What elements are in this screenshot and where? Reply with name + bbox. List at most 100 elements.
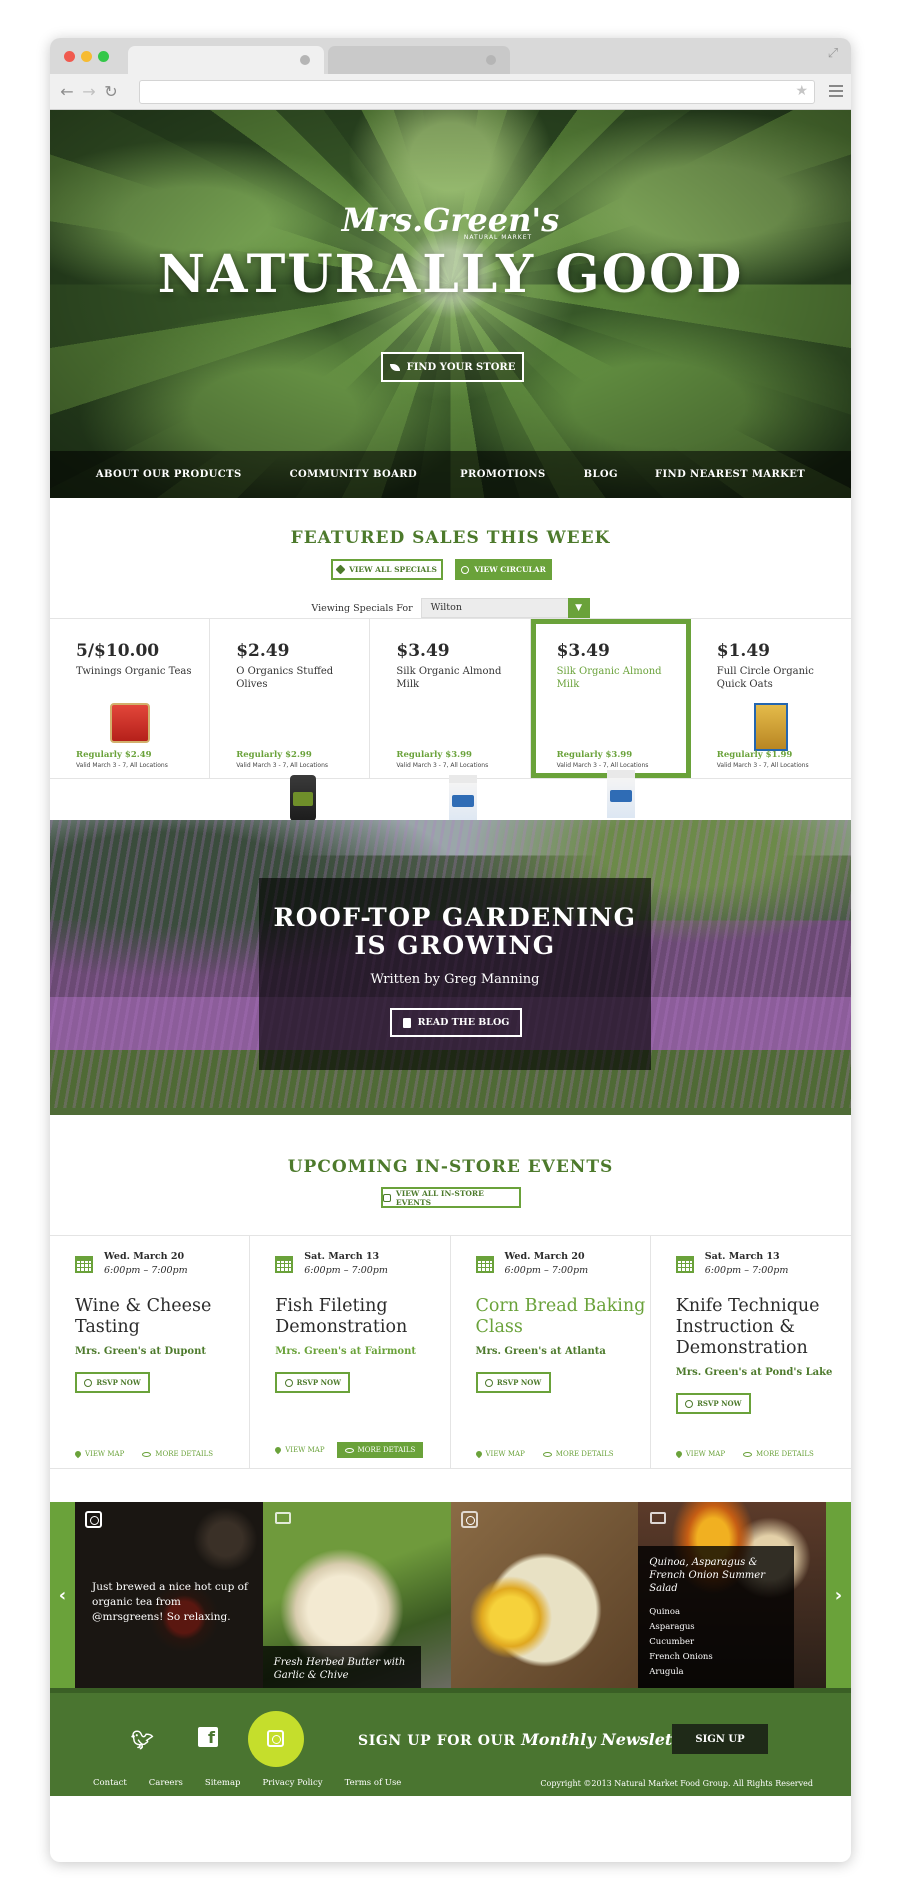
- carousel-prev-button[interactable]: ‹: [50, 1502, 75, 1688]
- regular-price: Regularly $1.99: [716, 750, 793, 760]
- event-links: VIEW MAP MORE DETAILS: [474, 1449, 614, 1459]
- product-name[interactable]: O Organics Stuffed Olives: [236, 665, 361, 691]
- footer-link-terms[interactable]: Terms of Use: [345, 1778, 402, 1788]
- product-name[interactable]: Silk Organic Almond Milk: [557, 665, 682, 691]
- forward-arrow-icon[interactable]: →: [78, 81, 100, 103]
- view-circular-button[interactable]: VIEW CIRCULAR: [455, 559, 552, 580]
- product-card[interactable]: $3.49 Silk Organic Almond Milk Regularly…: [370, 619, 531, 823]
- product-carousel: 5/$10.00 Twinings Organic Teas Regularly…: [50, 618, 851, 823]
- social-tile-recipe-salad[interactable]: Quinoa, Asparagus & French Onion Summer …: [638, 1502, 826, 1688]
- rsvp-button[interactable]: RSVP NOW: [75, 1372, 150, 1393]
- chevron-down-icon[interactable]: ▼: [567, 598, 590, 618]
- event-location: Mrs. Green's at Pond's Lake: [675, 1367, 833, 1378]
- footer-link-careers[interactable]: Careers: [149, 1778, 183, 1788]
- event-time: 6:00pm – 7:00pm: [304, 1265, 388, 1276]
- nav-blog[interactable]: BLOG: [584, 469, 618, 480]
- footer-link-sitemap[interactable]: Sitemap: [205, 1778, 241, 1788]
- social-tile-instagram-tea[interactable]: Just brewed a nice hot cup of organic te…: [75, 1502, 263, 1688]
- browser-tab-inactive[interactable]: [328, 46, 510, 74]
- rsvp-button[interactable]: RSVP NOW: [275, 1372, 351, 1393]
- find-your-store-button[interactable]: FIND YOUR STORE: [381, 352, 524, 382]
- bookmark-star-icon[interactable]: ★: [795, 83, 808, 99]
- tag-icon: [335, 564, 346, 575]
- minimize-window-button[interactable]: [81, 51, 92, 62]
- more-details-link[interactable]: MORE DETAILS: [542, 1450, 614, 1458]
- rsvp-button[interactable]: RSVP NOW: [675, 1393, 751, 1414]
- view-map-label: VIEW MAP: [85, 1450, 125, 1458]
- twitter-icon[interactable]: 🐦︎: [131, 1730, 154, 1751]
- facebook-icon[interactable]: f: [198, 1727, 218, 1747]
- close-window-button[interactable]: [64, 51, 75, 62]
- carousel-next-button[interactable]: ›: [826, 1502, 851, 1688]
- maximize-window-button[interactable]: [98, 51, 109, 62]
- product-card[interactable]: $2.49 O Organics Stuffed Olives Regularl…: [210, 619, 371, 821]
- view-all-events-button[interactable]: VIEW ALL IN-STORE EVENTS: [381, 1187, 521, 1208]
- social-tile-recipe-butter[interactable]: Fresh Herbed Butter with Garlic & Chive: [262, 1502, 451, 1688]
- milk-carton-image[interactable]: [448, 775, 477, 823]
- product-card-selected[interactable]: $3.49 Silk Organic Almond Milk Regularly…: [530, 619, 691, 818]
- eye-icon: [542, 1451, 552, 1457]
- tab-close-icon[interactable]: [486, 55, 496, 65]
- nav-community-board[interactable]: COMMUNITY BOARD: [290, 469, 418, 480]
- nav-promotions[interactable]: PROMOTIONS: [460, 469, 546, 480]
- map-pin-icon: [674, 1449, 683, 1459]
- view-all-specials-button[interactable]: VIEW ALL SPECIALS: [331, 559, 443, 580]
- fullscreen-icon[interactable]: ⤢: [825, 46, 841, 62]
- social-tile-instagram-drink[interactable]: [450, 1502, 639, 1688]
- event-title[interactable]: Fish Fileting Demonstration: [275, 1296, 445, 1338]
- more-details-link[interactable]: MORE DETAILS: [743, 1450, 814, 1458]
- brand-logo[interactable]: Mrs.Green's: [50, 204, 851, 236]
- event-title[interactable]: Wine & Cheese Tasting: [75, 1296, 245, 1338]
- reload-icon[interactable]: ↻: [100, 81, 122, 103]
- view-map-link[interactable]: VIEW MAP: [474, 1449, 525, 1459]
- ingredient-item: Cucumber: [649, 1637, 695, 1647]
- view-map-link[interactable]: VIEW MAP: [73, 1449, 125, 1459]
- olive-jar-image[interactable]: [289, 775, 316, 821]
- event-title[interactable]: Corn Bread Baking Class: [476, 1296, 646, 1338]
- event-card: Sat. March 13 6:00pm – 7:00pm Knife Tech…: [651, 1236, 851, 1468]
- location-select[interactable]: Wilton ▼: [420, 598, 590, 618]
- ingredient-item: Quinoa: [649, 1607, 681, 1617]
- browser-window: ⤢ ← → ↻ ★ Mrs.Green's NATURAL MARKET NAT…: [50, 38, 851, 1862]
- product-name[interactable]: Full Circle Organic Quick Oats: [717, 665, 842, 691]
- event-title[interactable]: Knife Technique Instruction & Demonstrat…: [676, 1296, 846, 1359]
- tea-tin-image[interactable]: [109, 703, 150, 743]
- footer-link-contact[interactable]: Contact: [93, 1778, 127, 1788]
- page-viewport: Mrs.Green's NATURAL MARKET NATURALLY GOO…: [50, 110, 851, 1796]
- chevron-left-icon: ‹: [58, 1584, 67, 1606]
- product-name[interactable]: Silk Organic Almond Milk: [396, 665, 521, 691]
- product-price: 5/$10.00: [76, 641, 160, 661]
- map-pin-icon: [274, 1445, 283, 1455]
- footer-link-privacy[interactable]: Privacy Policy: [262, 1778, 322, 1788]
- event-location[interactable]: Mrs. Green's at Fairmont: [275, 1346, 416, 1357]
- rsvp-icon: [284, 1378, 293, 1387]
- address-bar[interactable]: ★: [139, 80, 815, 104]
- valid-dates: Valid March 3 - 7, All Locations: [396, 762, 489, 769]
- more-details-link[interactable]: MORE DETAILS: [336, 1442, 424, 1458]
- eye-icon: [344, 1447, 354, 1453]
- rsvp-label: RSVP NOW: [96, 1378, 141, 1387]
- events-header: UPCOMING IN-STORE EVENTS VIEW ALL IN-STO…: [50, 1115, 851, 1235]
- back-arrow-icon[interactable]: ←: [56, 81, 78, 103]
- product-name[interactable]: Twinings Organic Teas: [76, 665, 201, 678]
- newsletter-signup-button[interactable]: SIGN UP: [672, 1724, 768, 1754]
- nav-about-our-products[interactable]: ABOUT OUR PRODUCTS: [96, 469, 242, 480]
- tab-close-icon[interactable]: [300, 55, 310, 65]
- milk-carton-image[interactable]: [607, 770, 636, 818]
- regular-price: Regularly $2.99: [236, 750, 312, 760]
- more-details-link[interactable]: MORE DETAILS: [142, 1450, 213, 1458]
- product-card[interactable]: $1.49 Full Circle Organic Quick Oats Reg…: [691, 619, 851, 778]
- calendar-small-icon: [383, 1193, 391, 1202]
- rsvp-button[interactable]: RSVP NOW: [475, 1372, 551, 1393]
- oats-box-image[interactable]: [753, 703, 788, 751]
- read-the-blog-button[interactable]: READ THE BLOG: [390, 1008, 522, 1037]
- browser-menu-icon[interactable]: [829, 85, 843, 97]
- event-time: 6:00pm – 7:00pm: [704, 1265, 789, 1276]
- instagram-button[interactable]: [248, 1711, 304, 1767]
- product-card[interactable]: 5/$10.00 Twinings Organic Teas Regularly…: [50, 619, 211, 778]
- newsletter-text: SIGN UP FOR OUR Monthly Newsletter: [358, 1730, 698, 1749]
- nav-find-nearest-market[interactable]: FIND NEAREST MARKET: [655, 469, 805, 480]
- view-map-link[interactable]: VIEW MAP: [674, 1449, 725, 1459]
- view-map-link[interactable]: VIEW MAP: [274, 1445, 325, 1455]
- browser-tab-active[interactable]: [128, 46, 324, 74]
